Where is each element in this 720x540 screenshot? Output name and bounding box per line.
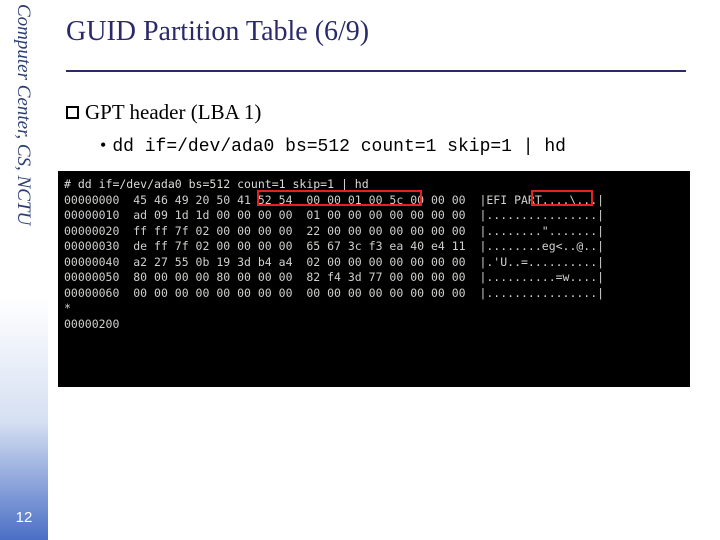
hex-row: 00000050 80 00 00 00 80 00 00 00 82 f4 3… bbox=[64, 270, 604, 284]
sidebar-gradient: Computer Center, CS, NCTU 12 bbox=[0, 0, 48, 540]
section-heading: GPT header (LBA 1) bbox=[85, 100, 261, 124]
hex-star: * bbox=[64, 301, 71, 315]
title-underline bbox=[66, 70, 686, 72]
hex-row: 00000030 de ff 7f 02 00 00 00 00 65 67 3… bbox=[64, 239, 604, 253]
bullet-dot-icon: • bbox=[100, 135, 106, 155]
hex-end: 00000200 bbox=[64, 317, 119, 331]
slide-content: GUID Partition Table (6/9) GPT header (L… bbox=[66, 0, 710, 387]
command-text: dd if=/dev/ada0 bs=512 count=1 skip=1 | … bbox=[112, 137, 566, 157]
square-bullet-icon bbox=[66, 106, 79, 119]
hex-row: 00000010 ad 09 1d 1d 00 00 00 00 01 00 0… bbox=[64, 208, 604, 222]
slide-title: GUID Partition Table (6/9) bbox=[66, 16, 710, 48]
hexdump-prompt: # dd if=/dev/ada0 bs=512 count=1 skip=1 … bbox=[64, 177, 369, 191]
hex-row: 00000040 a2 27 55 0b 19 3d b4 a4 02 00 0… bbox=[64, 255, 604, 269]
sidebar-org: Computer Center, CS, NCTU bbox=[8, 4, 38, 304]
section-heading-line: GPT header (LBA 1) bbox=[66, 100, 710, 125]
hexdump-block: # dd if=/dev/ada0 bs=512 count=1 skip=1 … bbox=[58, 171, 690, 387]
page-number: 12 bbox=[16, 509, 33, 526]
section: GPT header (LBA 1) • dd if=/dev/ada0 bs=5… bbox=[66, 100, 710, 387]
hex-row: 00000020 ff ff 7f 02 00 00 00 00 22 00 0… bbox=[64, 224, 604, 238]
hex-row: 00000060 00 00 00 00 00 00 00 00 00 00 0… bbox=[64, 286, 604, 300]
command-line: • dd if=/dev/ada0 bs=512 count=1 skip=1 |… bbox=[100, 135, 710, 157]
sidebar-org-text: Computer Center, CS, NCTU bbox=[12, 4, 34, 225]
hex-row: 00000000 45 46 49 20 50 41 52 54 00 00 0… bbox=[64, 193, 604, 207]
